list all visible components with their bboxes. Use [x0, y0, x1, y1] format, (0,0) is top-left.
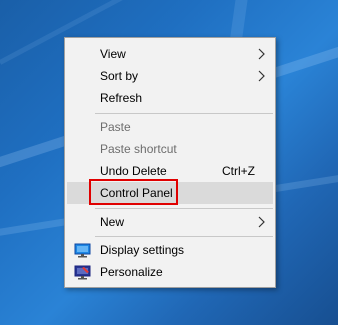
menu-item-label: View: [100, 47, 126, 61]
menu-item-new[interactable]: New: [67, 211, 273, 233]
menu-item-label: Undo Delete: [100, 164, 167, 178]
menu-item-label: Sort by: [100, 69, 139, 83]
menu-separator: [95, 113, 273, 114]
chevron-right-icon: [258, 70, 265, 82]
menu-item-display-settings[interactable]: Display settings: [67, 239, 273, 261]
menu-separator: [95, 208, 273, 209]
menu-item-sort-by[interactable]: Sort by: [67, 65, 273, 87]
display-settings-icon: [74, 243, 91, 258]
menu-item-label: Control Panel: [100, 186, 173, 200]
chevron-right-icon: [258, 48, 265, 60]
menu-item-label: New: [100, 215, 125, 229]
menu-item-control-panel[interactable]: Control Panel: [67, 182, 273, 204]
desktop-context-menu: View Sort by Refresh Paste Paste shortcu…: [64, 37, 276, 288]
menu-item-personalize[interactable]: Personalize: [67, 261, 273, 283]
menu-item-label: Personalize: [100, 265, 163, 279]
menu-item-refresh[interactable]: Refresh: [67, 87, 273, 109]
menu-item-shortcut: Ctrl+Z: [222, 164, 255, 178]
menu-item-label: Refresh: [100, 91, 143, 105]
menu-item-label: Paste: [100, 120, 131, 134]
menu-item-view[interactable]: View: [67, 43, 273, 65]
menu-separator: [95, 236, 273, 237]
menu-item-paste-shortcut[interactable]: Paste shortcut: [67, 138, 273, 160]
chevron-right-icon: [258, 216, 265, 228]
menu-item-label: Paste shortcut: [100, 142, 177, 156]
menu-item-undo-delete[interactable]: Undo Delete Ctrl+Z: [67, 160, 273, 182]
personalize-icon: [74, 265, 91, 280]
menu-item-label: Display settings: [100, 243, 185, 257]
menu-item-paste[interactable]: Paste: [67, 116, 273, 138]
